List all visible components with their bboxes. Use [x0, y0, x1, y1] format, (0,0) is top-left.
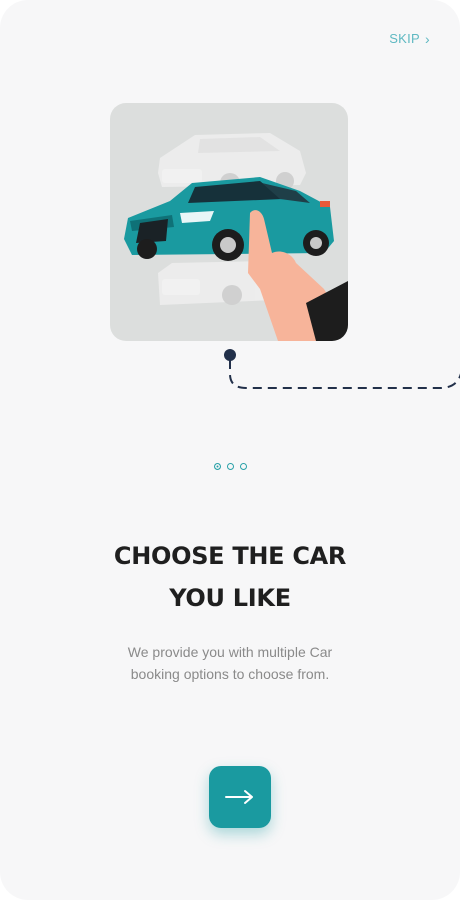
arrow-right-icon [225, 790, 253, 804]
onboarding-screen: SKIP › CHOOSE THE CAR YOU LIKE We provid… [0, 0, 460, 900]
title-line-1: CHOOSE THE CAR [113, 542, 347, 570]
dashed-path-decoration [224, 349, 460, 389]
skip-button[interactable]: SKIP › [389, 31, 430, 46]
skip-label: SKIP [389, 31, 421, 46]
page-indicator [0, 463, 460, 470]
description-line-1: We provide you with multiple Car [127, 644, 333, 660]
next-button[interactable] [209, 766, 271, 828]
description-line-2: booking options to choose from. [130, 666, 330, 682]
page-dot-2[interactable] [226, 463, 234, 470]
page-title: CHOOSE THE CAR YOU LIKE [0, 535, 460, 619]
chevron-right-icon: › [425, 30, 430, 47]
page-dot-3[interactable] [239, 463, 247, 470]
title-line-2: YOU LIKE [169, 584, 291, 612]
teal-car [124, 177, 334, 261]
car-illustration-graphic [124, 133, 348, 341]
path-start-dot [224, 349, 236, 361]
car-selection-illustration [110, 103, 348, 341]
page-dot-1-active[interactable] [213, 463, 221, 470]
page-description: We provide you with multiple Car booking… [0, 641, 460, 685]
